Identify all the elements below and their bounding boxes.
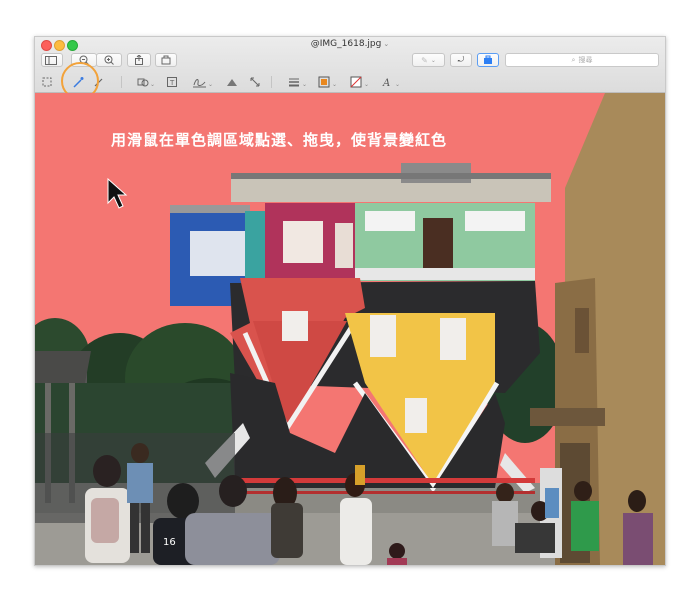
shirt-number: 16: [163, 537, 176, 548]
svg-text:⌄: ⌄: [395, 81, 400, 88]
photo-caption: 用滑鼠在單色調區域點選、拖曳，使背景變紅色: [111, 131, 448, 149]
rotate-button[interactable]: ⤾: [450, 53, 472, 67]
title-chevron-icon[interactable]: ⌄: [383, 40, 389, 48]
svg-text:⌄: ⌄: [208, 81, 213, 88]
svg-text:A: A: [382, 78, 390, 88]
chevron-down-icon: ⌄: [430, 56, 436, 64]
window-title-text: @IMG_1618.jpg: [310, 39, 382, 49]
fill-color-icon[interactable]: ⌄: [349, 75, 371, 89]
toolbar-divider: [121, 76, 122, 88]
svg-text:⌄: ⌄: [302, 81, 307, 87]
rotate-icon: ⤾: [457, 55, 465, 64]
markup-pen-button[interactable]: ✎ ⌄: [412, 53, 445, 67]
toolbox-active-icon: [484, 55, 492, 64]
zoom-in-button[interactable]: [96, 53, 122, 67]
markup-toolbar: ⌄ T ⌄ ⌄ ⌄ ⌄ A ⌄: [35, 73, 665, 91]
magnifier-icon: ⌕: [571, 55, 576, 64]
pen-icon: ✎: [421, 55, 428, 65]
toolbox-icon: [161, 55, 171, 65]
show-markup-button[interactable]: [155, 53, 177, 67]
window-title: @IMG_1618.jpg ⌄: [35, 39, 665, 49]
title-bar: @IMG_1618.jpg ⌄ ✎ ⌄ ⤾ ⌕ 搜尋 ⌄ T ⌄ ⌄ ⌄ ⌄ A…: [35, 37, 665, 100]
text-icon[interactable]: T: [166, 75, 178, 89]
adjust-size-icon[interactable]: [249, 75, 261, 89]
border-color-icon[interactable]: ⌄: [317, 75, 339, 89]
toolbar-divider: [271, 76, 272, 88]
svg-text:⌄: ⌄: [150, 81, 155, 87]
markup-toolbar-button[interactable]: [477, 53, 499, 67]
shapes-icon[interactable]: ⌄: [135, 75, 157, 89]
adjust-color-icon[interactable]: [225, 75, 239, 89]
svg-text:⌄: ⌄: [332, 81, 337, 88]
sidebar-view-button[interactable]: [41, 53, 63, 67]
image-canvas[interactable]: 16 用滑鼠在單色調區域點選、拖曳，使背景變紅色: [35, 93, 665, 565]
rectangular-selection-icon[interactable]: [41, 75, 53, 89]
share-icon: [135, 55, 143, 65]
share-button[interactable]: [127, 53, 151, 67]
zoom-in-icon: [104, 55, 114, 65]
svg-text:T: T: [169, 79, 175, 87]
shape-style-icon[interactable]: ⌄: [287, 75, 309, 89]
photo-illustration: 16: [35, 93, 665, 565]
sidebar-icon: [45, 55, 57, 65]
preview-window: @IMG_1618.jpg ⌄ ✎ ⌄ ⤾ ⌕ 搜尋 ⌄ T ⌄ ⌄ ⌄ ⌄ A…: [34, 36, 666, 566]
svg-text:⌄: ⌄: [364, 81, 369, 88]
search-placeholder: 搜尋: [578, 56, 593, 64]
search-field[interactable]: ⌕ 搜尋: [505, 53, 659, 67]
sign-icon[interactable]: ⌄: [191, 75, 215, 89]
text-style-icon[interactable]: A ⌄: [381, 75, 403, 89]
